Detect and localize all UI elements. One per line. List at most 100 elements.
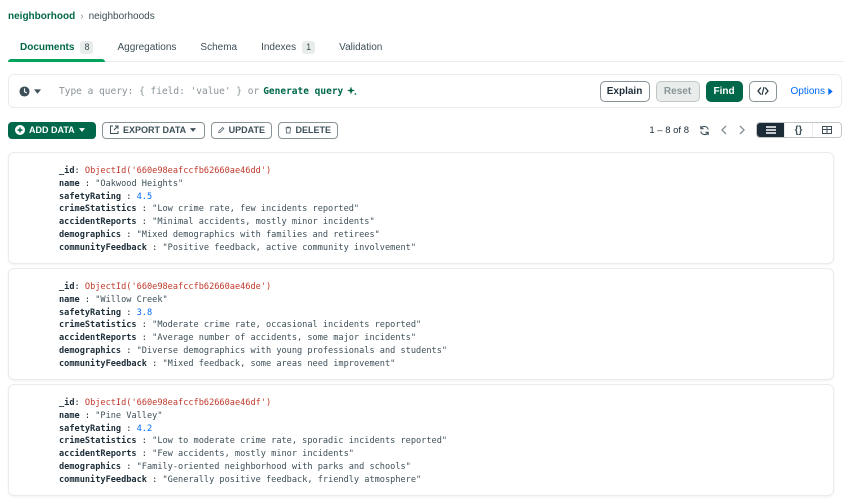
table-icon	[822, 126, 832, 134]
field-key: communityFeedback	[59, 242, 147, 253]
document-card[interactable]: _id: ObjectId('660e98eafccfb62660ae46df'…	[8, 384, 834, 496]
field-key: name	[59, 178, 80, 189]
field-value[interactable]: ObjectId('660e98eafccfb62660ae46df')	[85, 398, 271, 408]
document-count: 1 – 8 of 8	[649, 124, 689, 136]
document-card[interactable]: _id: ObjectId('660e98eafccfb62660ae46de'…	[8, 268, 834, 380]
field-value[interactable]: "Generally positive feedback, friendly a…	[163, 475, 422, 485]
field-value[interactable]: "Pine Valley"	[95, 411, 162, 421]
tab-label: Documents	[20, 41, 75, 53]
options-label: Options	[790, 85, 825, 97]
next-page-icon[interactable]	[738, 125, 746, 135]
find-button[interactable]: Find	[705, 80, 743, 102]
indexes-count-badge: 1	[302, 40, 316, 54]
field-key: demographics	[59, 229, 122, 240]
tab-label: Indexes	[261, 41, 297, 53]
caret-down-icon	[190, 128, 197, 132]
delete-button[interactable]: DELETE	[278, 121, 338, 139]
field-key: _id	[59, 166, 75, 176]
tab-aggregations[interactable]: Aggregations	[105, 33, 188, 61]
field-row: name : "Willow Creek"	[59, 294, 168, 305]
explain-button[interactable]: Explain	[599, 80, 650, 102]
field-value[interactable]: ObjectId('660e98eafccfb62660ae46de')	[85, 282, 271, 292]
field-row: crimeStatistics : "Low crime rate, few i…	[59, 204, 360, 215]
field-value[interactable]: "Few accidents, mostly minor incidents"	[152, 449, 354, 459]
query-history-button[interactable]	[19, 85, 59, 97]
field-row: name : "Oakwood Heights"	[59, 178, 184, 189]
documents-count-badge: 8	[80, 40, 94, 54]
field-value[interactable]: 4.2	[137, 424, 153, 434]
breadcrumb-database[interactable]: neighborhood	[8, 11, 75, 22]
tab-validation[interactable]: Validation	[327, 33, 394, 61]
field-row: safetyRating : 4.5	[59, 191, 153, 202]
field-value[interactable]: 4.5	[137, 192, 153, 202]
field-key: crimeStatistics	[59, 436, 137, 447]
previous-page-icon[interactable]	[720, 125, 728, 135]
add-data-button[interactable]: ADD DATA	[8, 121, 96, 139]
field-value[interactable]: "Oakwood Heights"	[95, 179, 183, 189]
options-toggle[interactable]: Options	[791, 86, 833, 97]
field-value[interactable]: 3.8	[137, 308, 153, 318]
update-label: UPDATE	[228, 125, 265, 135]
field-row: _id: ObjectId('660e98eafccfb62660ae46dd'…	[59, 166, 272, 176]
query-placeholder: Type a query: { field: 'value' } or	[59, 85, 260, 97]
field-key: accidentReports	[59, 449, 137, 460]
collection-tabs: Documents 8 Aggregations Schema Indexes …	[8, 33, 844, 62]
list-view-button[interactable]	[757, 123, 785, 137]
open-query-editor-button[interactable]	[748, 80, 777, 102]
field-value[interactable]: "Average number of accidents, some major…	[152, 333, 416, 343]
chevron-right-icon: ›	[80, 11, 84, 22]
field-value[interactable]: "Mixed feedback, some areas need improve…	[163, 359, 396, 369]
json-view-button[interactable]: {}	[785, 123, 813, 137]
field-row: communityFeedback : "Mixed feedback, som…	[59, 358, 396, 369]
field-row: _id: ObjectId('660e98eafccfb62660ae46df'…	[59, 398, 272, 408]
field-key: _id	[59, 282, 75, 292]
field-value[interactable]: "Moderate crime rate, occasional inciden…	[152, 320, 421, 330]
field-value[interactable]: "Positive feedback, active community inv…	[163, 243, 417, 253]
document-card[interactable]: _id: ObjectId('660e98eafccfb62660ae46dd'…	[8, 152, 834, 264]
tab-label: Aggregations	[117, 41, 177, 53]
tab-schema[interactable]: Schema	[188, 33, 249, 61]
field-row: _id: ObjectId('660e98eafccfb62660ae46de'…	[59, 282, 272, 292]
tab-documents[interactable]: Documents 8	[8, 33, 106, 62]
field-value[interactable]: "Willow Creek"	[95, 295, 167, 305]
field-key: communityFeedback	[59, 474, 147, 485]
field-value[interactable]: "Low to moderate crime rate, sporadic in…	[152, 436, 447, 446]
curly-braces-icon: {}	[794, 124, 803, 136]
add-data-label: ADD DATA	[29, 125, 75, 135]
field-key: name	[59, 294, 80, 305]
delete-label: DELETE	[295, 125, 331, 135]
field-row: communityFeedback : "Generally positive …	[59, 474, 422, 485]
sparkle-icon	[347, 86, 358, 96]
field-key: demographics	[59, 461, 122, 472]
field-row: name : "Pine Valley"	[59, 410, 163, 421]
pagination-controls: 1 – 8 of 8 {}	[649, 122, 842, 138]
field-value[interactable]: "Minimal accidents, mostly minor inciden…	[152, 217, 374, 227]
query-filter-input[interactable]: Type a query: { field: 'value' } or Gene…	[59, 86, 600, 97]
field-value[interactable]: "Low crime rate, few incidents reported"	[152, 204, 359, 214]
generate-query-link[interactable]: Generate query	[263, 86, 343, 97]
field-row: safetyRating : 4.2	[59, 423, 153, 434]
refresh-icon[interactable]	[699, 125, 710, 136]
field-value[interactable]: ObjectId('660e98eafccfb62660ae46dd')	[85, 166, 271, 176]
field-value[interactable]: "Mixed demographics with families and re…	[137, 230, 380, 240]
export-data-button[interactable]: EXPORT DATA	[102, 121, 205, 139]
field-key: safetyRating	[59, 307, 122, 318]
field-value[interactable]: "Family-oriented neighborhood with parks…	[137, 462, 411, 472]
field-row: demographics : "Diverse demographics wit…	[59, 345, 448, 356]
caret-right-icon	[828, 87, 833, 95]
list-icon	[765, 126, 776, 134]
field-key: accidentReports	[59, 333, 137, 344]
field-key: _id	[59, 398, 75, 408]
export-icon	[110, 125, 119, 134]
tab-indexes[interactable]: Indexes 1	[249, 33, 327, 61]
breadcrumb-collection[interactable]: neighborhoods	[89, 11, 155, 22]
table-view-button[interactable]	[813, 123, 841, 137]
tab-label: Schema	[200, 41, 238, 53]
update-button[interactable]: UPDATE	[211, 121, 272, 139]
field-key: safetyRating	[59, 423, 122, 434]
reset-button[interactable]: Reset	[655, 80, 700, 102]
field-key: demographics	[59, 345, 122, 356]
pencil-icon	[218, 126, 225, 134]
field-row: crimeStatistics : "Moderate crime rate, …	[59, 320, 422, 331]
field-value[interactable]: "Diverse demographics with young profess…	[137, 346, 447, 356]
